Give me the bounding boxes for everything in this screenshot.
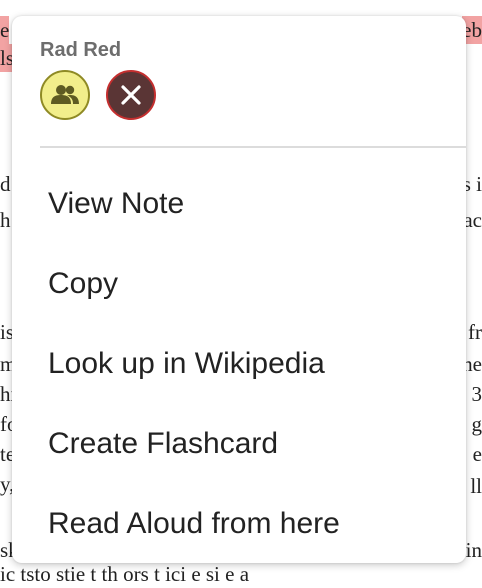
- body-text-fragment: d: [0, 170, 11, 198]
- menu-item-create-flashcard[interactable]: Create Flashcard: [12, 404, 466, 484]
- delete-highlight-button[interactable]: [106, 70, 156, 120]
- menu-divider: [40, 146, 466, 148]
- menu-item-copy[interactable]: Copy: [12, 244, 466, 324]
- menu-item-view-note[interactable]: View Note: [12, 164, 466, 244]
- highlighted-text-fragment: e: [0, 16, 9, 44]
- highlight-actions: [40, 70, 466, 120]
- body-text-fragment: h: [0, 206, 11, 234]
- body-text-fragment: ic tsto stie t th ors t ici e si e a: [0, 560, 249, 588]
- menu-item-read-aloud[interactable]: Read Aloud from here: [12, 484, 466, 563]
- highlight-color-name: Rad Red: [40, 38, 466, 62]
- share-highlight-button[interactable]: [40, 70, 90, 120]
- people-icon: [51, 84, 79, 106]
- body-text-fragment: 3: [472, 380, 482, 408]
- body-text-fragment: e: [473, 440, 482, 468]
- menu-item-wikipedia[interactable]: Look up in Wikipedia: [12, 324, 466, 404]
- highlight-context-menu: Rad Red View Note Copy Look up in Wikipe…: [12, 16, 466, 563]
- body-text-fragment: g: [472, 410, 482, 438]
- body-text-fragment: ac: [463, 206, 482, 234]
- body-text-fragment: fr: [468, 318, 482, 346]
- highlight-header: Rad Red: [12, 16, 466, 120]
- body-text-fragment: in: [466, 536, 482, 564]
- body-text-fragment: ll: [470, 472, 482, 500]
- context-menu-list: View Note Copy Look up in Wikipedia Crea…: [12, 164, 466, 563]
- close-icon: [120, 84, 142, 106]
